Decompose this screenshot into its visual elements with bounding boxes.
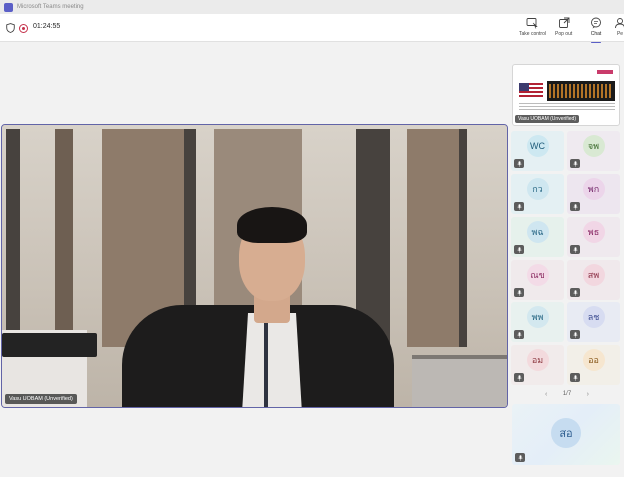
featured-participant-tile[interactable]: สอ (512, 404, 620, 465)
chat-button[interactable]: Chat (590, 17, 602, 43)
shared-document-text (519, 103, 615, 111)
meeting-timer: 01:24:55 (33, 23, 61, 30)
people-icon (615, 18, 624, 29)
pager-next-icon[interactable]: › (587, 391, 589, 398)
wall-panel (6, 129, 20, 347)
desk-equipment (2, 333, 97, 357)
participant-tile[interactable]: WC (511, 131, 564, 171)
person-lanyard (264, 321, 268, 407)
pop-out-label: Pop out (555, 31, 573, 37)
meeting-toolbar: 01:24:55 Take control Pop out Chat Pe (0, 14, 624, 43)
participant-tile[interactable]: ลช (567, 302, 620, 342)
wall-panel (407, 129, 459, 347)
person-hair (237, 207, 307, 243)
us-flag-image (519, 83, 543, 99)
main-video-name-tag: Vasu UOBAM (Unverified) (5, 394, 77, 404)
wall-panel (459, 129, 467, 347)
participant-avatar: ออ (582, 349, 605, 371)
chat-icon (591, 17, 601, 29)
participant-tile[interactable]: กว (511, 174, 564, 214)
mic-muted-icon (514, 288, 524, 297)
participant-pager: ‹ 1/7 › (545, 389, 589, 399)
main-video-tile[interactable]: Vasu UOBAM (Unverified) (1, 124, 508, 408)
participant-avatar: พก (582, 178, 605, 200)
participant-avatar: พธ (582, 221, 605, 243)
participant-avatar: สพ (582, 264, 605, 286)
mic-muted-icon (570, 202, 580, 211)
pop-out-icon (558, 17, 570, 28)
pager-label: 1/7 (562, 391, 572, 397)
mic-muted-icon (570, 245, 580, 254)
shared-content-thumbnail[interactable]: Vasu UOBAM (Unverified) (512, 64, 620, 126)
mic-muted-icon (570, 288, 580, 297)
participant-tile[interactable]: พก (567, 174, 620, 214)
mic-muted-icon (514, 202, 524, 211)
participant-tile[interactable]: ออ (567, 345, 620, 385)
person-shirt (242, 313, 302, 407)
pop-out-button[interactable]: Pop out (555, 17, 572, 41)
participant-tile[interactable]: พธ (567, 217, 620, 257)
desk-right (412, 355, 507, 407)
mic-muted-icon (570, 373, 580, 382)
participant-tile[interactable]: อม (511, 345, 564, 385)
take-control-label: Take control (519, 31, 546, 37)
participant-tile[interactable]: พพ (511, 302, 564, 342)
shared-content-name-tag: Vasu UOBAM (Unverified) (515, 115, 579, 123)
participant-tile[interactable]: ณข (511, 260, 564, 300)
shield-icon[interactable] (6, 23, 15, 33)
participant-avatar: พฉ (526, 221, 549, 243)
mic-muted-icon (570, 330, 580, 339)
mic-muted-icon (515, 453, 525, 462)
people-label: Pe (616, 31, 624, 37)
participant-avatar: ลช (582, 306, 605, 328)
mic-muted-icon (514, 373, 524, 382)
window-title: Microsoft Teams meeting (17, 4, 84, 10)
mic-muted-icon (514, 245, 524, 254)
participant-avatar: ณข (526, 264, 549, 286)
participant-avatar: อม (526, 349, 549, 371)
shared-document-logo (597, 70, 613, 74)
participant-avatar: กว (526, 178, 549, 200)
mic-muted-icon (570, 159, 580, 168)
participant-tile[interactable]: สพ (567, 260, 620, 300)
featured-avatar: สอ (551, 418, 581, 448)
participant-avatar: พพ (526, 306, 549, 328)
chat-label: Chat (590, 31, 602, 37)
wall-panel (55, 129, 73, 347)
recording-indicator-icon (19, 24, 28, 33)
mic-muted-icon (514, 330, 524, 339)
window-title-bar: Microsoft Teams meeting (0, 0, 624, 14)
pager-prev-icon[interactable]: ‹ (545, 391, 547, 398)
participant-tile[interactable]: จพ (567, 131, 620, 171)
participant-avatar: จพ (582, 135, 605, 157)
take-control-button[interactable]: Take control (519, 17, 546, 41)
mic-muted-icon (514, 159, 524, 168)
participant-tile[interactable]: พฉ (511, 217, 564, 257)
teams-logo-icon (4, 2, 13, 12)
take-control-icon (527, 18, 539, 29)
participant-avatar: WC (526, 135, 549, 157)
stock-board-image (547, 81, 615, 101)
people-button[interactable]: Pe (614, 17, 624, 41)
